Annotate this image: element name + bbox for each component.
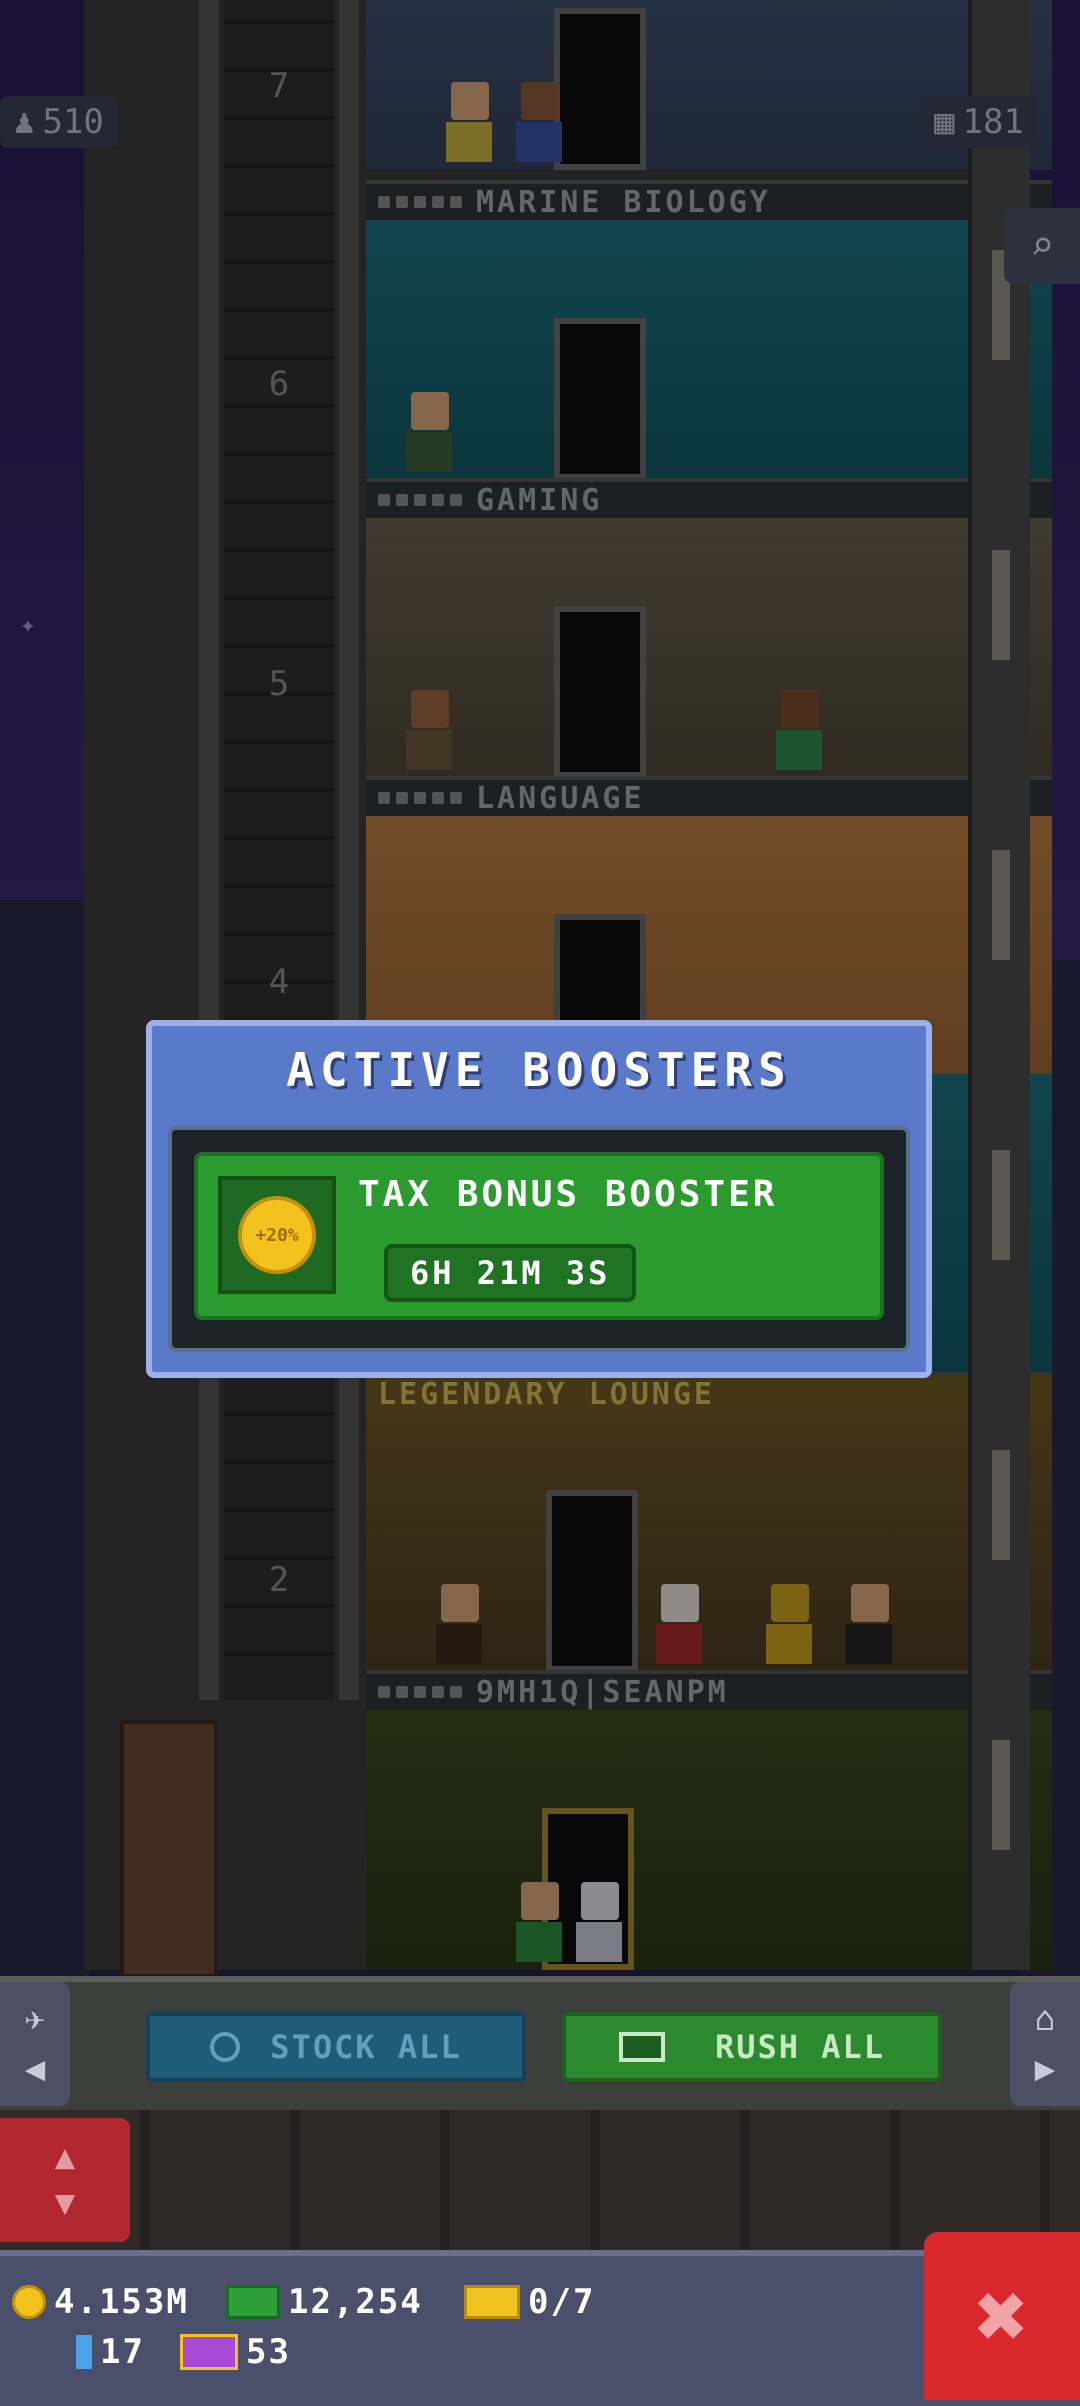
tickets-stat[interactable]: 53 [180, 2332, 291, 2372]
rush-all-button[interactable]: RUSH ALL [562, 2012, 942, 2082]
coin-icon [12, 2285, 46, 2319]
elevator-up-down-icon: ▲ [54, 2137, 76, 2177]
bux-icon [226, 2285, 280, 2319]
ticket-icon [180, 2334, 238, 2370]
chevron-right-icon: ▶ [1034, 2049, 1056, 2089]
vip-value: 0/7 [528, 2282, 596, 2322]
vip-stat[interactable]: 0/7 [464, 2282, 595, 2322]
nav-left-button[interactable]: ✈ ◀ [0, 1982, 70, 2106]
status-bar [0, 2250, 1080, 2406]
coins-stat[interactable]: 4.153M [12, 2282, 189, 2322]
clock-icon [210, 2032, 241, 2062]
gems-stat[interactable]: 17 [76, 2332, 145, 2372]
booster-badge: +20% [255, 1224, 299, 1246]
vip-icon [464, 2285, 520, 2319]
ground [0, 2110, 1080, 2250]
chevron-left-icon: ◀ [24, 2049, 46, 2089]
boosters-list: +20% TAX BONUS BOOSTER 6H 21M 3S [168, 1126, 910, 1352]
bux-stat[interactable]: 12,254 [226, 2282, 423, 2322]
rush-all-label: RUSH ALL [714, 2028, 886, 2066]
tickets-value: 53 [246, 2332, 291, 2372]
rush-icon [618, 2032, 665, 2062]
booster-timer: 6H 21M 3S [384, 1244, 637, 1302]
gems-value: 17 [100, 2332, 145, 2372]
close-icon: ✖ [974, 2263, 1030, 2369]
home-icon: ⌂ [1034, 1999, 1056, 2039]
bux-value: 12,254 [288, 2282, 423, 2322]
elevator-up-down-icon: ▼ [54, 2183, 76, 2223]
plane-icon: ✈ [24, 1999, 46, 2039]
stock-all-label: STOCK ALL [270, 2028, 462, 2066]
coin-icon: +20% [238, 1196, 316, 1274]
booster-icon-frame: +20% [218, 1176, 336, 1294]
nav-right-button[interactable]: ⌂ ▶ [1010, 1982, 1080, 2106]
close-button[interactable]: ✖ [924, 2232, 1080, 2400]
tax-bonus-booster-card[interactable]: +20% TAX BONUS BOOSTER 6H 21M 3S [194, 1152, 884, 1320]
stock-all-button[interactable]: STOCK ALL [146, 2012, 526, 2082]
gem-icon [76, 2335, 92, 2369]
active-boosters-dialog: ACTIVE BOOSTERS +20% TAX BONUS BOOSTER 6… [146, 1020, 932, 1378]
elevator-toggle-button[interactable]: ▲ ▼ [0, 2118, 130, 2242]
booster-name: TAX BONUS BOOSTER [358, 1174, 778, 1215]
coins-value: 4.153M [54, 2282, 189, 2322]
dialog-title: ACTIVE BOOSTERS [286, 1043, 792, 1097]
